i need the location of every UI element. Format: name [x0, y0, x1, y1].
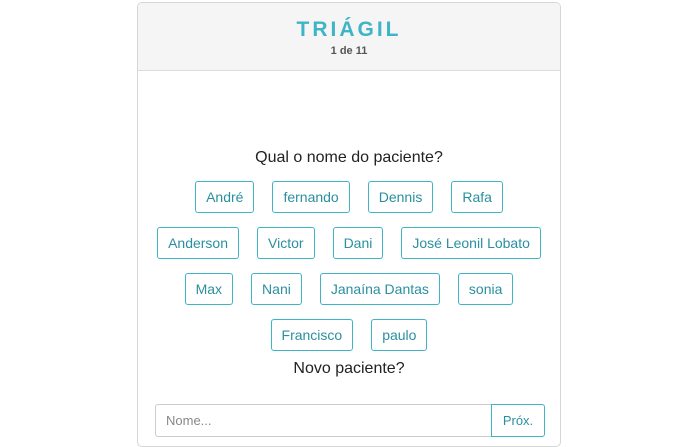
- brand-title: TRIÁGIL: [296, 18, 402, 41]
- patient-name-button[interactable]: sonia: [457, 273, 514, 305]
- patient-name-button[interactable]: Nani: [251, 273, 302, 305]
- patient-name-button[interactable]: André: [195, 181, 255, 213]
- patient-name-button[interactable]: Victor: [257, 227, 315, 259]
- patient-name-button[interactable]: Max: [184, 273, 234, 305]
- patient-name-button[interactable]: Dennis: [367, 181, 434, 213]
- patient-name-button[interactable]: fernando: [272, 181, 350, 213]
- triage-card: TRIÁGIL 1 de 11 Qual o nome do paciente?…: [137, 2, 561, 447]
- new-patient-name-input[interactable]: [155, 404, 491, 437]
- name-row: Francisco paulo: [138, 319, 560, 352]
- new-patient-form: Próx.: [155, 404, 545, 437]
- patient-name-button[interactable]: José Leonil Lobato: [401, 227, 541, 259]
- patient-name-question: Qual o nome do paciente?: [255, 149, 443, 166]
- patient-name-button[interactable]: Anderson: [157, 227, 240, 259]
- name-row: Max Nani Janaína Dantas sonia: [138, 273, 560, 306]
- patient-name-button[interactable]: Rafa: [451, 181, 503, 213]
- step-counter: 1 de 11: [330, 45, 368, 57]
- patient-name-button[interactable]: paulo: [371, 319, 428, 351]
- name-row: Anderson Victor Dani José Leonil Lobato: [138, 227, 560, 260]
- patient-name-options: André fernando Dennis Rafa Anderson Vict…: [138, 181, 560, 365]
- card-header: TRIÁGIL 1 de 11: [138, 3, 560, 71]
- patient-name-button[interactable]: Francisco: [270, 319, 354, 351]
- patient-name-button[interactable]: Dani: [332, 227, 384, 259]
- name-row: André fernando Dennis Rafa: [138, 181, 560, 214]
- patient-name-button[interactable]: Janaína Dantas: [319, 273, 440, 305]
- next-button[interactable]: Próx.: [491, 404, 545, 437]
- new-patient-label: Novo paciente?: [293, 360, 405, 377]
